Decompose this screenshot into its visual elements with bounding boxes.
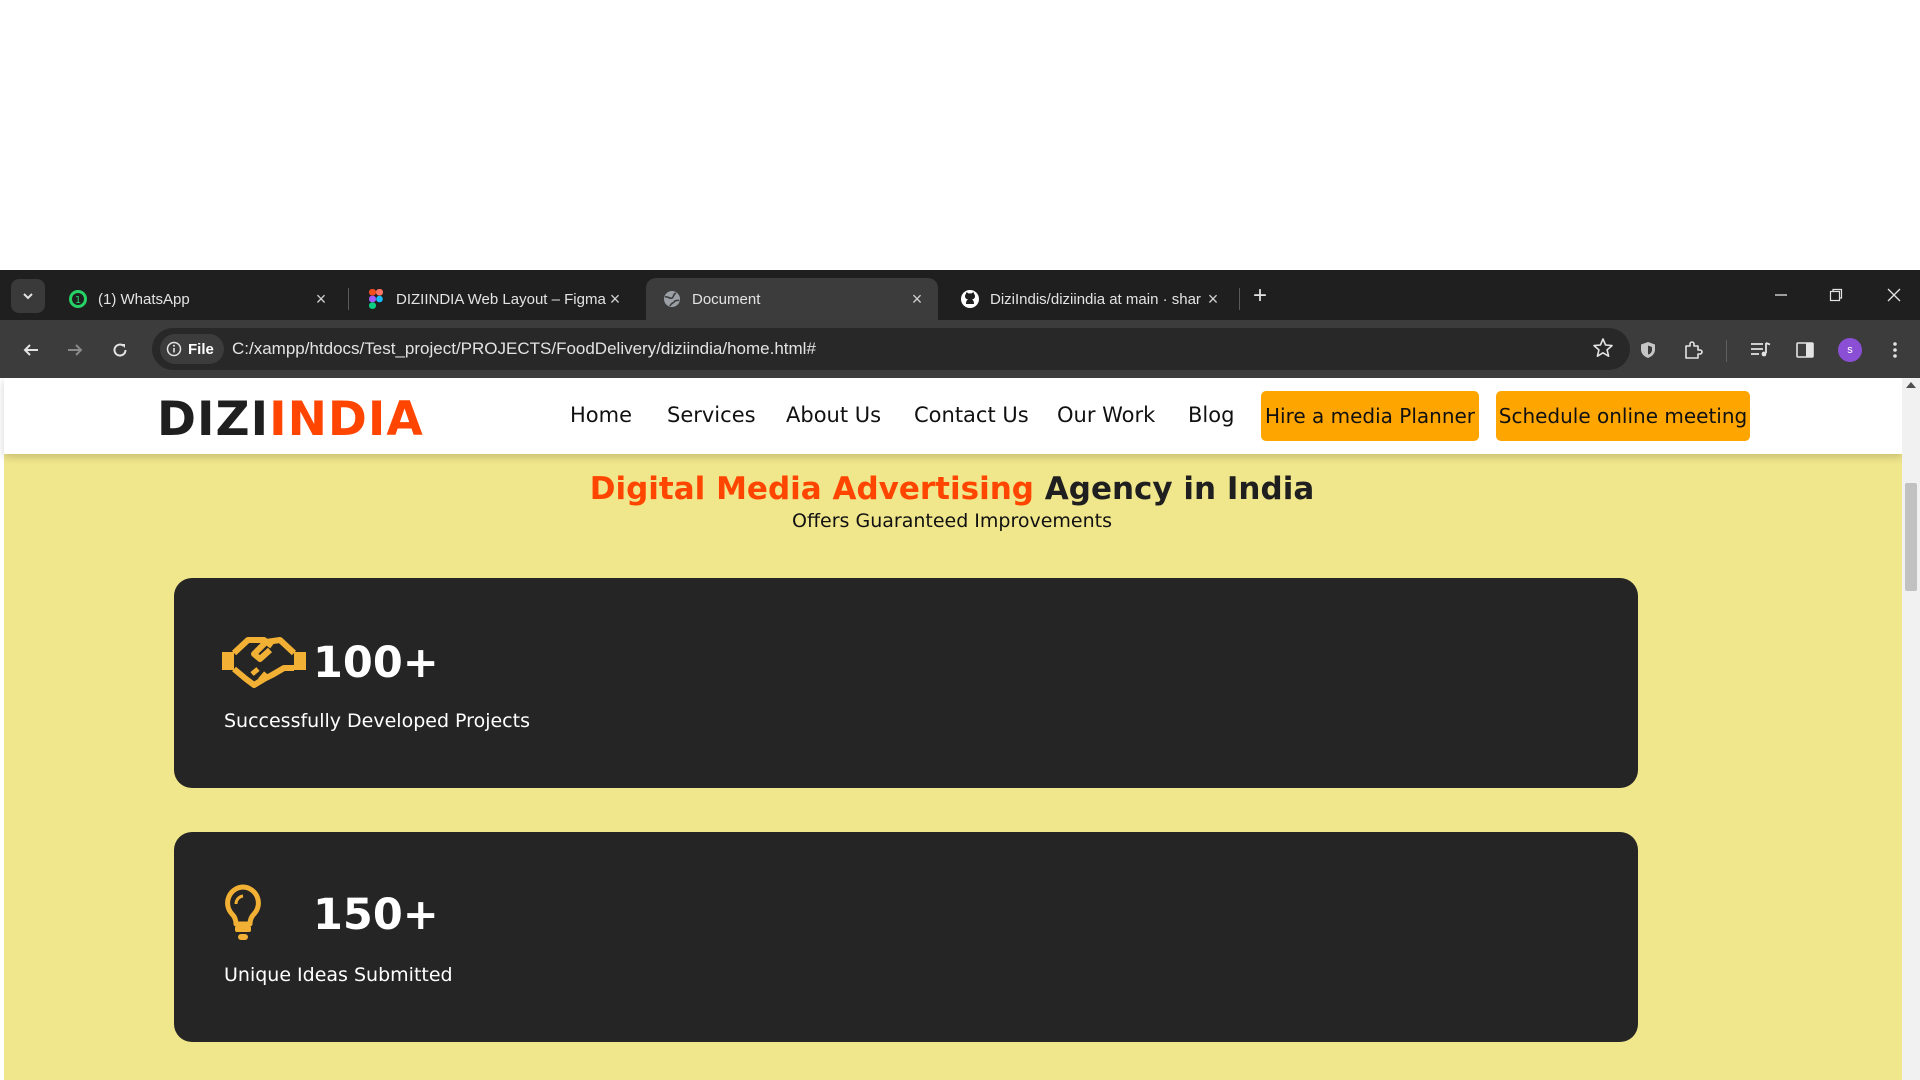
stat-value: 100+ — [313, 638, 439, 688]
tab-whatsapp[interactable]: 1 (1) WhatsApp × — [52, 278, 342, 320]
media-control-icon[interactable] — [1745, 335, 1775, 365]
handshake-icon — [222, 637, 306, 688]
tab-github[interactable]: DiziIndis/diziindia at main · shar × — [944, 278, 1234, 320]
site-header: DIZIINDIA Home Services About Us Contact… — [4, 378, 1902, 454]
github-icon — [960, 289, 980, 309]
file-chip-label: File — [188, 340, 214, 358]
nav-contact-us[interactable]: Contact Us — [914, 403, 1029, 427]
url-text[interactable]: C:/xampp/htdocs/Test_project/PROJECTS/Fo… — [232, 339, 816, 359]
tab-title: DiziIndis/diziindia at main · shar — [990, 290, 1201, 308]
side-panel-icon[interactable] — [1790, 335, 1820, 365]
stat-label: Unique Ideas Submitted — [224, 964, 453, 986]
arrow-left-icon — [23, 344, 38, 356]
site-logo[interactable]: DIZIINDIA — [157, 392, 424, 447]
logo-text-india: INDIA — [269, 392, 424, 447]
close-icon[interactable]: × — [606, 289, 624, 310]
window-close-button[interactable] — [1874, 280, 1914, 310]
close-icon[interactable]: × — [908, 289, 926, 310]
stat-card: 100+ Successfully Developed Projects — [174, 578, 1638, 788]
tab-divider — [1239, 288, 1240, 310]
minimize-button[interactable] — [1761, 280, 1801, 310]
page-viewport: DIZIINDIA Home Services About Us Contact… — [0, 378, 1920, 1080]
stat-label: Successfully Developed Projects — [224, 710, 530, 732]
toolbar-divider — [1726, 340, 1727, 362]
hero-subheadline: Offers Guaranteed Improvements — [791, 510, 1113, 532]
forward-button[interactable] — [60, 335, 90, 365]
stat-card: 150+ Unique Ideas Submitted — [174, 832, 1638, 1042]
browser-tab-strip: 1 (1) WhatsApp × DIZIINDIA Web Layout – … — [0, 270, 1920, 320]
browser-toolbar: File C:/xampp/htdocs/Test_project/PROJEC… — [0, 320, 1920, 378]
shield-icon[interactable] — [1633, 335, 1663, 365]
minimize-icon — [1775, 294, 1787, 296]
arrow-right-icon — [68, 344, 83, 356]
hire-media-planner-button[interactable]: Hire a media Planner — [1261, 391, 1479, 441]
globe-icon — [662, 289, 682, 309]
bookmark-star-icon[interactable] — [1592, 337, 1614, 364]
stat-value: 150+ — [313, 890, 439, 940]
scroll-thumb[interactable] — [1905, 483, 1917, 591]
tab-divider — [348, 288, 349, 310]
schedule-meeting-button[interactable]: Schedule online meeting — [1496, 391, 1750, 441]
vertical-scrollbar[interactable] — [1902, 378, 1920, 1080]
new-tab-button[interactable]: + — [1247, 283, 1273, 309]
kebab-menu-icon[interactable] — [1880, 335, 1910, 365]
svg-text:1: 1 — [75, 295, 81, 306]
site-info-chip[interactable]: File — [160, 334, 224, 364]
chevron-down-icon — [23, 293, 33, 300]
tab-title: (1) WhatsApp — [98, 290, 190, 308]
tab-document[interactable]: Document × — [646, 278, 938, 320]
info-icon — [166, 341, 182, 357]
nav-blog[interactable]: Blog — [1188, 403, 1234, 427]
restore-button[interactable] — [1816, 280, 1856, 310]
logo-text-dizi: DIZI — [157, 392, 270, 447]
tab-figma[interactable]: DIZIINDIA Web Layout – Figma × — [350, 278, 636, 320]
scroll-up-arrow-icon[interactable] — [1906, 382, 1916, 388]
lightbulb-icon — [225, 884, 261, 940]
profile-avatar[interactable]: s — [1838, 338, 1862, 362]
address-bar[interactable]: File C:/xampp/htdocs/Test_project/PROJEC… — [152, 328, 1630, 370]
close-icon[interactable]: × — [312, 289, 330, 310]
hero-headline: Digital Media Advertising Agency in Indi… — [0, 471, 1904, 507]
reload-icon — [113, 343, 127, 357]
headline-rest: Agency in India — [1033, 471, 1315, 507]
tab-title: Document — [692, 290, 761, 308]
whatsapp-icon: 1 — [68, 289, 88, 309]
tab-title: DIZIINDIA Web Layout – Figma — [396, 290, 606, 308]
figma-icon — [366, 289, 386, 309]
nav-our-work[interactable]: Our Work — [1057, 403, 1155, 427]
nav-home[interactable]: Home — [570, 403, 632, 427]
nav-services[interactable]: Services — [667, 403, 756, 427]
headline-highlight: Digital Media Advertising — [589, 471, 1034, 507]
restore-icon — [1829, 288, 1843, 302]
reload-button[interactable] — [105, 335, 135, 365]
back-button[interactable] — [16, 335, 46, 365]
tab-search-button[interactable] — [11, 279, 45, 313]
close-icon — [1887, 288, 1901, 302]
extensions-puzzle-icon[interactable] — [1678, 335, 1708, 365]
close-icon[interactable]: × — [1204, 289, 1222, 310]
nav-about-us[interactable]: About Us — [786, 403, 881, 427]
